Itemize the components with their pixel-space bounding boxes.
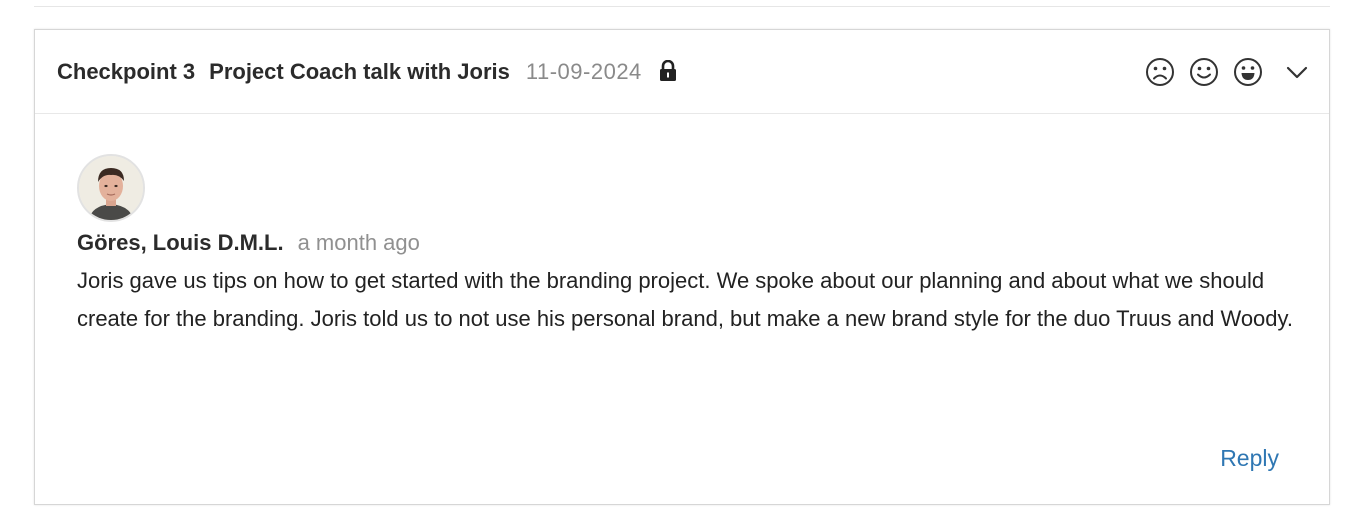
checkpoint-date: 11-09-2024 xyxy=(525,58,642,84)
chevron-down-icon[interactable] xyxy=(1285,60,1309,84)
author-name: Göres, Louis D.M.L. xyxy=(77,230,284,255)
smile-face-icon[interactable] xyxy=(1189,57,1219,87)
lock-icon xyxy=(658,59,678,82)
previous-card-edge xyxy=(34,0,1330,7)
header-actions xyxy=(1131,30,1309,114)
checkpoint-title: Project Coach talk with Joris xyxy=(209,58,510,84)
checkpoint-header[interactable]: Checkpoint 3 Project Coach talk with Jor… xyxy=(35,30,1329,114)
avatar[interactable] xyxy=(77,154,145,222)
comment-meta: Göres, Louis D.M.L. a month ago xyxy=(77,230,420,256)
reply-link[interactable]: Reply xyxy=(1220,445,1279,472)
checkpoint-label: Checkpoint 3 xyxy=(57,58,196,84)
happy-face-icon[interactable] xyxy=(1233,57,1263,87)
comment-section: Göres, Louis D.M.L. a month ago Joris ga… xyxy=(35,114,1329,504)
comment-time: a month ago xyxy=(297,230,420,255)
sad-face-icon[interactable] xyxy=(1145,57,1175,87)
comment-text: Joris gave us tips on how to get started… xyxy=(77,268,1294,331)
checkpoint-card: Checkpoint 3 Project Coach talk with Jor… xyxy=(34,29,1330,505)
